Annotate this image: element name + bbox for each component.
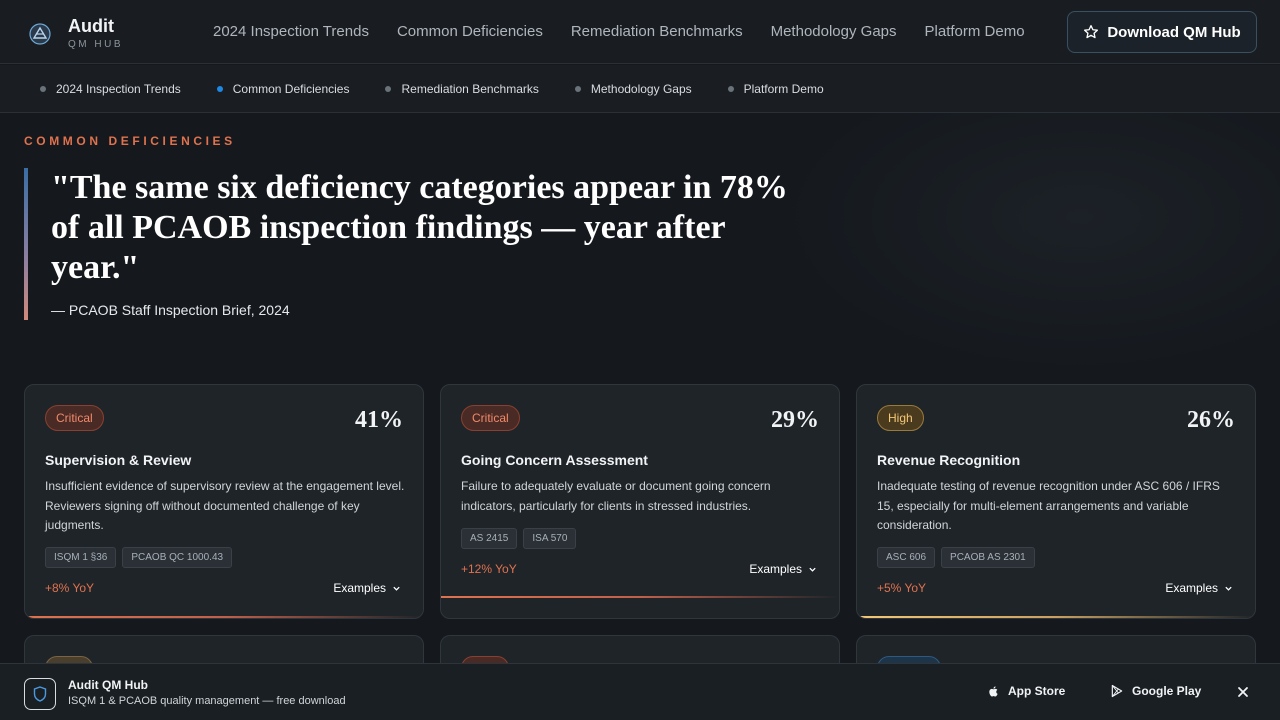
card-description: Inadequate testing of revenue recognitio… — [877, 479, 1220, 532]
section-dot — [40, 85, 46, 92]
card-title: Supervision & Review — [45, 452, 192, 468]
google-play-link[interactable]: Google Play — [1110, 684, 1201, 698]
app-name: Audit QM Hub — [68, 678, 148, 692]
chevron-down-icon — [393, 586, 400, 591]
section-nav-label: Remediation Benchmarks — [401, 81, 539, 96]
examples-label: Examples — [333, 581, 386, 595]
section-nav-item-inspection-trends[interactable]: 2024 Inspection Trends — [40, 82, 181, 96]
brand-subtitle: QM HUB — [68, 39, 123, 50]
play-store-icon — [1111, 684, 1123, 698]
section-nav-label: Methodology Gaps — [590, 81, 692, 96]
examples-toggle[interactable]: Examples — [749, 562, 817, 576]
topnav-inspection-trends[interactable]: 2024 Inspection Trends — [199, 0, 383, 64]
brand-name: Audit — [68, 16, 114, 36]
brand[interactable]: Audit QM HUB — [28, 16, 123, 51]
quote-source: — PCAOB Staff Inspection Brief, 2024 — [51, 302, 290, 318]
section-dot — [385, 85, 392, 92]
topnav-platform-demo[interactable]: Platform Demo — [911, 0, 1039, 64]
standard-tag: ISQM 1 §36 — [45, 547, 117, 568]
standard-tags: ASC 606 PCAOB AS 2301 — [877, 547, 1041, 568]
card-title: Going Concern Assessment — [461, 452, 648, 468]
standard-tag: ASC 606 — [877, 547, 936, 568]
standard-tag: PCAOB AS 2301 — [941, 547, 1035, 568]
close-icon[interactable] — [1236, 685, 1250, 699]
section-nav-item-platform-demo[interactable]: Platform Demo — [727, 81, 824, 96]
section-nav-label: 2024 Inspection Trends — [56, 81, 181, 96]
download-qm-hub-button[interactable]: Download QM Hub — [1067, 11, 1257, 53]
section-nav: 2024 Inspection Trends Common Deficienci… — [0, 65, 1280, 113]
topnav-remediation-benchmarks[interactable]: Remediation Benchmarks — [557, 0, 757, 64]
deficiency-percent: 29% — [771, 407, 819, 433]
app-download-banner: Audit QM Hub ISQM 1 & PCAOB quality mana… — [0, 663, 1280, 720]
examples-toggle[interactable]: Examples — [1165, 581, 1233, 595]
chevron-down-icon — [809, 567, 816, 572]
section-dot — [574, 85, 581, 92]
section-dot-active — [216, 85, 223, 92]
google-play-label: Google Play — [1132, 684, 1202, 698]
yoy-change: +8% YoY — [45, 581, 95, 595]
severity-badge: Critical — [45, 405, 104, 431]
topnav-common-deficiencies[interactable]: Common Deficiencies — [383, 0, 557, 64]
apple-icon — [989, 685, 998, 697]
section-nav-label: Common Deficiencies — [232, 81, 350, 96]
deficiency-card-going-concern[interactable]: Critical 29% Going Concern Assessment Fa… — [440, 384, 840, 619]
severity-accent-line — [857, 616, 1255, 618]
severity-accent-line — [441, 596, 839, 598]
card-description: Insufficient evidence of supervisory rev… — [45, 479, 405, 532]
section-nav-item-methodology-gaps[interactable]: Methodology Gaps — [574, 81, 692, 96]
deficiency-percent: 26% — [1187, 407, 1235, 433]
standard-tags: ISQM 1 §36 PCAOB QC 1000.43 — [45, 547, 238, 568]
hero-quote-block: "The same six deficiency categories appe… — [24, 168, 804, 320]
card-description: Failure to adequately evaluate or docume… — [461, 479, 771, 513]
quote-accent-bar — [24, 168, 28, 320]
app-description: ISQM 1 & PCAOB quality management — free… — [68, 695, 346, 707]
card-title: Revenue Recognition — [877, 452, 1021, 468]
standard-tags: AS 2415 ISA 570 — [461, 528, 582, 549]
top-navigation-bar: Audit QM HUB 2024 Inspection Trends Comm… — [0, 0, 1280, 64]
star-icon — [1084, 25, 1099, 39]
section-eyebrow: COMMON DEFICIENCIES — [24, 134, 236, 148]
download-button-label: Download QM Hub — [1107, 23, 1241, 41]
brand-logo-icon — [29, 22, 51, 45]
section-nav-item-common-deficiencies[interactable]: Common Deficiencies — [216, 81, 350, 96]
yoy-change: +5% YoY — [877, 581, 927, 595]
hero-background — [780, 113, 1280, 373]
hero-quote: "The same six deficiency categories appe… — [51, 169, 788, 286]
shield-icon — [33, 686, 47, 702]
yoy-change: +12% YoY — [461, 562, 517, 576]
severity-badge: High — [877, 405, 924, 431]
app-icon — [24, 678, 56, 710]
section-nav-label: Platform Demo — [743, 81, 824, 96]
section-nav-item-remediation-benchmarks[interactable]: Remediation Benchmarks — [385, 81, 539, 96]
examples-toggle[interactable]: Examples — [333, 581, 401, 595]
app-store-label: App Store — [1008, 684, 1066, 698]
standard-tag: ISA 570 — [523, 528, 577, 549]
examples-label: Examples — [1165, 581, 1218, 595]
severity-badge: Critical — [461, 405, 520, 431]
section-dot — [727, 85, 734, 92]
topnav-methodology-gaps[interactable]: Methodology Gaps — [757, 0, 911, 64]
deficiency-percent: 41% — [355, 407, 403, 433]
standard-tag: PCAOB QC 1000.43 — [122, 547, 233, 568]
examples-label: Examples — [749, 562, 802, 576]
deficiency-card-supervision[interactable]: Critical 41% Supervision & Review Insuff… — [24, 384, 424, 619]
standard-tag: AS 2415 — [461, 528, 518, 549]
top-nav: 2024 Inspection Trends Common Deficienci… — [199, 0, 1039, 64]
severity-accent-line — [25, 616, 423, 618]
deficiency-card-revenue-recognition[interactable]: High 26% Revenue Recognition Inadequate … — [856, 384, 1256, 619]
chevron-down-icon — [1225, 586, 1232, 591]
app-store-link[interactable]: App Store — [988, 684, 1065, 698]
